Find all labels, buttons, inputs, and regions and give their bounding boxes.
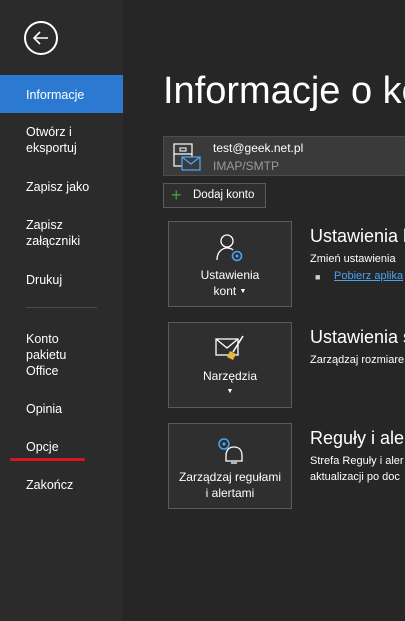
nav-zakoncz[interactable]: Zakończ — [0, 477, 123, 493]
section-title: Reguły i aler — [310, 428, 405, 448]
back-arrow-icon — [32, 31, 48, 45]
nav-label: Opcje — [26, 440, 59, 454]
nav-label: Zapisz załączniki — [26, 218, 81, 248]
dropdown-caret-icon: ▼ — [226, 388, 234, 395]
account-email: test@geek.net.pl — [213, 141, 304, 155]
mail-account-icon — [173, 143, 201, 171]
section-title: Ustawienia s — [310, 327, 405, 347]
backstage-sidebar: Informacje Otwórz i eksportuj Zapisz jak… — [0, 0, 123, 621]
tile-label: Narzędzia — [202, 369, 258, 383]
nav-opcje[interactable]: Opcje — [0, 439, 123, 455]
nav-label: Informacje — [26, 88, 85, 102]
nav-otworz-eksportuj[interactable]: Otwórz i eksportuj — [0, 124, 123, 156]
tools-button[interactable]: Narzędzia ▼ — [168, 322, 292, 408]
nav-label: Konto pakietu Office — [26, 332, 67, 378]
account-settings-button[interactable]: Ustawienia kont ▼ — [168, 221, 292, 307]
section-description-line1: Strefa Reguły i aler — [310, 455, 404, 467]
nav-label: Zakończ — [26, 478, 74, 492]
user-settings-icon — [216, 234, 243, 262]
nav-label: Opinia — [26, 402, 63, 416]
main-content: Informacje o ko test@geek.net.pl IMAP/SM… — [123, 0, 405, 621]
tile-label-dropdown: kont ▼ — [169, 283, 291, 300]
plus-icon: + — [171, 185, 182, 205]
nav-label: Otwórz i eksportuj — [26, 125, 77, 155]
section-description: Zarządzaj rozmiare — [310, 354, 405, 366]
account-type: IMAP/SMTP — [213, 159, 280, 173]
sidebar-divider — [26, 307, 97, 308]
nav-konto-pakietu-office[interactable]: Konto pakietu Office — [0, 331, 123, 379]
nav-zapisz-zalaczniki[interactable]: Zapisz załączniki — [0, 217, 123, 249]
add-account-label: Dodaj konto — [193, 189, 255, 201]
page-title: Informacje o ko — [163, 70, 405, 112]
download-app-link[interactable]: Pobierz aplika — [334, 270, 403, 282]
account-selector[interactable]: test@geek.net.pl IMAP/SMTP — [163, 136, 405, 176]
tools-mail-broom-icon — [215, 335, 244, 360]
section-description: Zmień ustawienia — [310, 253, 396, 265]
nav-informacje[interactable]: Informacje — [0, 75, 123, 113]
nav-label: Drukuj — [26, 273, 63, 287]
highlight-underline — [10, 458, 85, 461]
dropdown-caret-icon: ▼ — [239, 287, 247, 295]
add-account-button[interactable]: + Dodaj konto — [163, 183, 266, 208]
manage-rules-alerts-button[interactable]: Zarządzaj regułami i alertami — [168, 423, 292, 509]
back-button[interactable] — [24, 21, 58, 55]
section-title: Ustawienia k — [310, 226, 405, 246]
bullet-icon: ■ — [315, 272, 321, 282]
rules-alerts-icon — [218, 438, 243, 464]
tile-label-line2: i alertami — [205, 486, 255, 500]
nav-label: Zapisz jako — [26, 180, 90, 194]
tile-label: Zarządzaj regułami — [178, 470, 282, 484]
tile-label: Ustawienia — [200, 268, 260, 282]
tile-label-line2: kont — [213, 284, 237, 298]
section-description-line2: aktualizacji po doc — [310, 471, 400, 483]
nav-zapisz-jako[interactable]: Zapisz jako — [0, 179, 123, 195]
nav-opinia[interactable]: Opinia — [0, 401, 123, 417]
nav-drukuj[interactable]: Drukuj — [0, 272, 123, 288]
